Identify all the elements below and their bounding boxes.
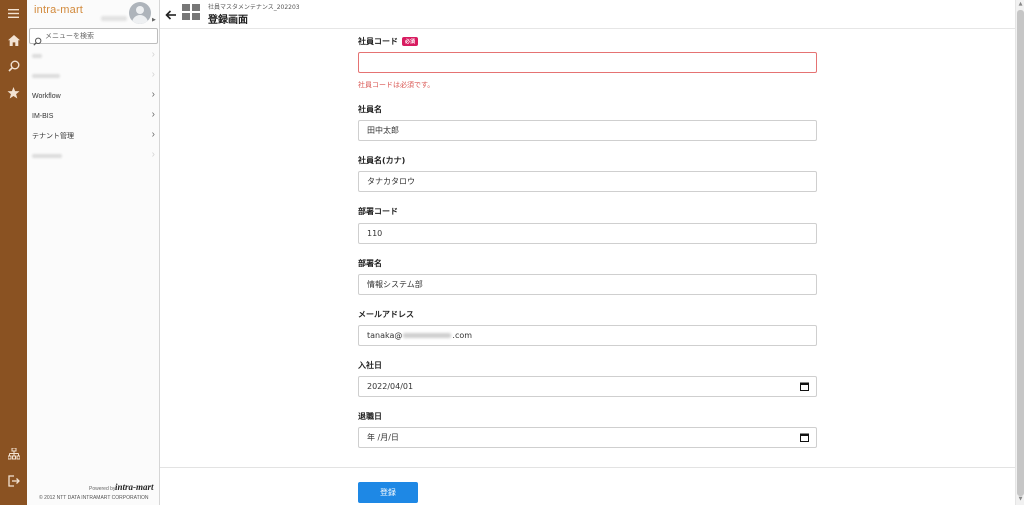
chevron-right-icon: › (151, 69, 155, 80)
department-name-label: 部署名 (358, 259, 382, 268)
employee-name-kana-label: 社員名(カナ) (358, 156, 406, 165)
hamburger-menu-icon[interactable] (0, 3, 27, 23)
chevron-right-icon: › (151, 89, 155, 100)
sidebar-item-label: IM-BIS (32, 112, 54, 120)
star-icon[interactable] (0, 83, 27, 103)
copyright-text: © 2012 NTT DATA INTRAMART CORPORATION (39, 495, 149, 501)
register-button[interactable]: 登録 (358, 482, 418, 503)
user-name-blurred (101, 16, 127, 21)
sitemap-icon[interactable] (0, 444, 27, 464)
grid-icon[interactable] (182, 4, 200, 20)
sidebar-item-tenant-admin[interactable]: テナント管理 › (27, 126, 159, 146)
scrollbar[interactable]: ▲ ▼ (1015, 0, 1024, 505)
scroll-down-icon[interactable]: ▼ (1017, 496, 1024, 504)
sidebar-item-blurred-1[interactable]: › (27, 46, 159, 66)
powered-by-text: Powered by (89, 486, 116, 492)
sidebar-item-label: Workflow (32, 92, 61, 100)
employee-name-label: 社員名 (358, 105, 382, 114)
calendar-icon[interactable] (800, 433, 809, 444)
brand-logo: intra-mart (34, 4, 84, 16)
sidebar-item-blurred-3[interactable]: › (27, 146, 159, 166)
chevron-right-icon: › (151, 49, 155, 60)
sidebar: intra-mart ▶ › › Workflow › IM-BIS › テナン… (27, 0, 160, 505)
chevron-right-icon: › (151, 129, 155, 140)
intra-mart-logo: intra-mart (115, 482, 154, 492)
calendar-icon[interactable] (800, 382, 809, 393)
icon-rail (0, 0, 27, 505)
department-name-input[interactable]: 情報システム部 (358, 274, 817, 295)
sidebar-item-label: テナント管理 (32, 133, 74, 140)
employee-name-input[interactable]: 田中太郎 (358, 120, 817, 141)
sidebar-item-blurred-2[interactable]: › (27, 66, 159, 86)
chevron-right-icon: › (151, 149, 155, 160)
home-icon[interactable] (0, 30, 27, 50)
main-form: 社員コード 必須 社員コードは必須です。 社員名 田中太郎 社員名(カナ) タナカ… (160, 29, 1015, 505)
department-code-label: 部署コード (358, 207, 398, 216)
avatar[interactable] (129, 2, 151, 24)
email-label: メールアドレス (358, 310, 414, 319)
sidebar-item-im-bis[interactable]: IM-BIS › (27, 106, 159, 126)
avatar-caret-icon[interactable]: ▶ (152, 17, 156, 23)
menu-search-box[interactable] (29, 28, 158, 46)
page-header: 社員マスタメンテナンス_202203 登録画面 (160, 0, 1015, 29)
divider (160, 467, 1015, 468)
retire-date-input[interactable]: 年 /月/日 (358, 427, 817, 448)
email-domain-blurred (403, 333, 452, 338)
retire-date-label: 退職日 (358, 412, 382, 421)
employee-code-label: 社員コード 必須 (358, 36, 419, 47)
department-code-input[interactable]: 110 (358, 223, 817, 244)
scroll-up-icon[interactable]: ▲ (1017, 1, 1024, 9)
page-title: 登録画面 (208, 15, 248, 26)
employee-code-input[interactable] (358, 52, 817, 73)
email-input[interactable]: tanaka@ .com (358, 325, 817, 346)
logout-icon[interactable] (0, 471, 27, 491)
menu-search-input[interactable] (45, 29, 155, 43)
sidebar-item-workflow[interactable]: Workflow › (27, 86, 159, 106)
back-arrow-icon[interactable] (165, 6, 177, 20)
required-badge: 必須 (402, 37, 419, 46)
search-icon[interactable] (0, 56, 27, 76)
chevron-right-icon: › (151, 109, 155, 120)
hire-date-label: 入社日 (358, 361, 382, 370)
breadcrumb: 社員マスタメンテナンス_202203 (208, 4, 300, 11)
employee-name-kana-input[interactable]: タナカタロウ (358, 171, 817, 192)
hire-date-input[interactable]: 2022/04/01 (358, 376, 817, 397)
employee-code-error: 社員コードは必須です。 (358, 81, 435, 89)
scrollbar-thumb[interactable] (1017, 10, 1024, 496)
